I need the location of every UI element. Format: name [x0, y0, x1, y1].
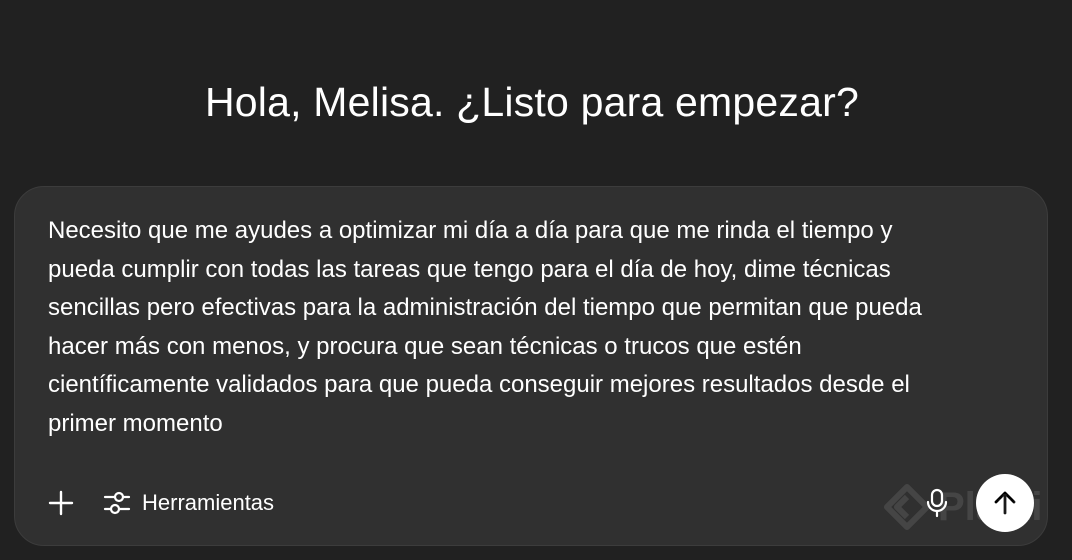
tools-button[interactable]: Herramientas — [103, 489, 274, 517]
watermark-text: Platzi — [938, 484, 1043, 529]
prompt-input[interactable]: Necesito que me ayudes a optimizar mi dí… — [48, 212, 1023, 444]
platzi-logo-icon — [884, 484, 930, 530]
platzi-watermark: Platzi — [884, 484, 1042, 530]
plus-icon — [48, 490, 74, 516]
tools-label: Herramientas — [142, 490, 275, 515]
composer-toolbar: Herramientas — [45, 483, 274, 523]
page-title: Hola, Melisa. ¿Listo para empezar? — [205, 79, 859, 125]
sliders-icon — [103, 491, 131, 515]
add-attachment-button[interactable] — [45, 487, 77, 519]
